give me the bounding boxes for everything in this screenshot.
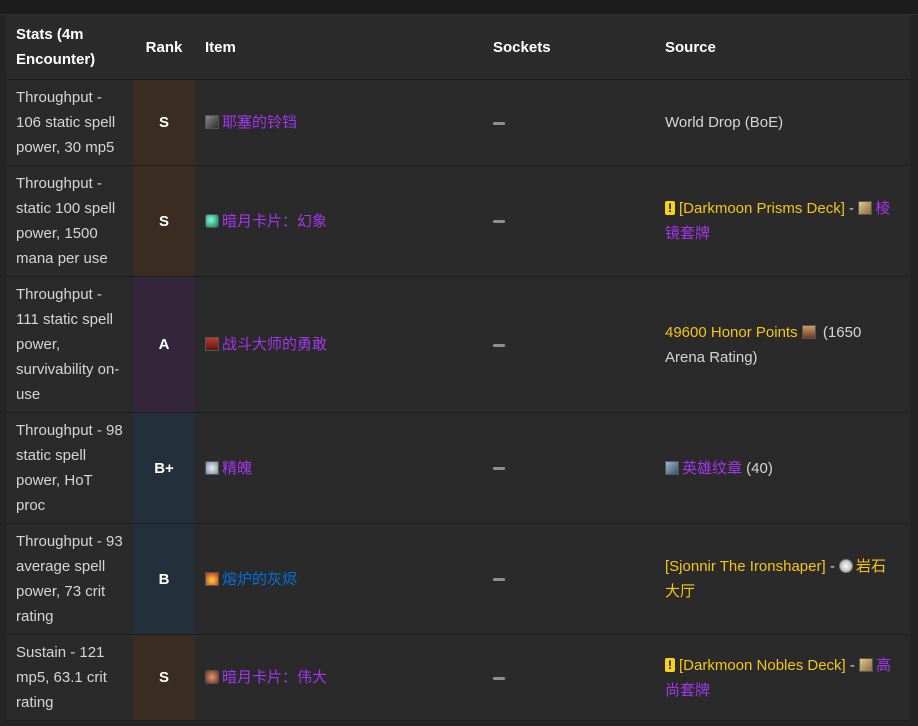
source-cell: 49600 Honor Points (1650 Arena Rating) — [655, 276, 910, 413]
dash-icon — [493, 121, 505, 125]
header-stats: Stats (4m Encounter) — [6, 15, 133, 80]
source-separator: - — [844, 200, 859, 217]
deck-icon — [858, 201, 873, 215]
honor-icon — [801, 324, 816, 339]
source-separator: - — [825, 558, 839, 575]
item-name: 暗月卡片：幻象 — [222, 212, 328, 230]
item-cell: 耶塞的铃铛 — [195, 79, 483, 166]
table-row: Throughput - 111 static spell power, sur… — [6, 276, 910, 413]
item-name: 战斗大师的勇敢 — [222, 336, 328, 353]
dash-icon — [493, 578, 505, 582]
stats-cell: Throughput - 111 static spell power, sur… — [6, 276, 133, 413]
table-row: Throughput - 106 static spell power, 30 … — [6, 79, 910, 166]
stats-cell: Sustain - 121 mp5, 63.1 crit rating — [6, 634, 133, 721]
header-sockets: Sockets — [483, 15, 655, 80]
source-cell: ! [Darkmoon Prisms Deck] - 棱镜套牌 — [655, 165, 910, 277]
dash-icon — [493, 467, 505, 471]
sockets-cell — [483, 165, 655, 277]
skull-icon — [839, 559, 853, 573]
table-row: Throughput - 98 static spell power, HoT … — [6, 412, 910, 524]
item-link[interactable]: 暗月卡片：伟大 — [205, 669, 327, 686]
source-cell: World Drop (BoE) — [655, 79, 910, 166]
rank-cell: A — [133, 276, 195, 413]
table-header-row: Stats (4m Encounter) Rank Item Sockets S… — [6, 15, 910, 80]
header-item: Item — [195, 15, 483, 80]
source-cell: ! [Darkmoon Nobles Deck] - 高尚套牌 — [655, 634, 910, 721]
rank-cell: S — [133, 634, 195, 721]
item-cell: 精魄 — [195, 412, 483, 524]
header-rank: Rank — [133, 15, 195, 80]
sockets-cell — [483, 412, 655, 524]
item-cell: 暗月卡片：伟大 — [195, 634, 483, 721]
dash-icon — [493, 343, 505, 347]
header-source: Source — [655, 15, 910, 80]
dash-icon — [493, 676, 505, 680]
fire-icon — [205, 571, 219, 586]
rank-cell: B — [133, 523, 195, 635]
rank-cell: B+ — [133, 412, 195, 524]
quest-exclamation-icon: ! — [665, 201, 675, 215]
source-item-link[interactable]: 英雄纹章 — [682, 460, 742, 477]
item-name: 熔炉的灰烬 — [222, 570, 298, 588]
rank-cell: S — [133, 79, 195, 166]
sockets-cell — [483, 523, 655, 635]
item-link[interactable]: 耶塞的铃铛 — [205, 114, 297, 131]
deck-icon — [859, 657, 874, 672]
card-icon — [205, 213, 219, 228]
item-name: 耶塞的铃铛 — [222, 114, 298, 131]
item-link[interactable]: 暗月卡片：幻象 — [205, 213, 327, 230]
source-cell: 英雄纹章 (40) — [655, 412, 910, 524]
honor-points-text: 49600 Honor Points — [665, 323, 798, 341]
item-name: 暗月卡片：伟大 — [222, 669, 328, 686]
emblem-icon — [665, 460, 679, 475]
dash-icon — [493, 220, 505, 224]
source-separator: - — [845, 656, 860, 674]
bell-icon — [205, 115, 219, 129]
item-link[interactable]: 熔炉的灰烬 — [205, 571, 297, 588]
table-row: Sustain - 121 mp5, 63.1 crit rating S 暗月… — [6, 634, 910, 721]
trinket-ranking-table: Stats (4m Encounter) Rank Item Sockets S… — [6, 15, 910, 721]
item-cell: 暗月卡片：幻象 — [195, 165, 483, 277]
rune-icon — [205, 337, 219, 351]
sockets-cell — [483, 79, 655, 166]
sockets-cell — [483, 276, 655, 413]
stats-cell: Throughput - 106 static spell power, 30 … — [6, 79, 133, 166]
card-icon — [205, 670, 219, 684]
item-cell: 熔炉的灰烬 — [195, 523, 483, 635]
stats-cell: Throughput - 98 static spell power, HoT … — [6, 412, 133, 524]
quest-exclamation-icon: ! — [665, 657, 675, 672]
source-cell: [Sjonnir The Ironshaper] - 岩石大厅 — [655, 523, 910, 635]
boss-link[interactable]: [Sjonnir The Ironshaper] — [665, 558, 826, 575]
stats-cell: Throughput - static 100 spell power, 150… — [6, 165, 133, 277]
item-name: 精魄 — [222, 459, 253, 477]
item-link[interactable]: 精魄 — [205, 460, 252, 477]
quest-link[interactable]: [Darkmoon Prisms Deck] — [679, 200, 845, 217]
quest-link[interactable]: [Darkmoon Nobles Deck] — [679, 657, 846, 674]
sockets-cell — [483, 634, 655, 721]
source-count: (40) — [742, 459, 773, 477]
spirit-icon — [205, 460, 219, 475]
top-bar — [0, 0, 918, 15]
rank-cell: S — [133, 165, 195, 277]
stats-cell: Throughput - 93 average spell power, 73 … — [6, 523, 133, 635]
table-row: Throughput - static 100 spell power, 150… — [6, 165, 910, 277]
item-link[interactable]: 战斗大师的勇敢 — [205, 336, 327, 353]
source-text: World Drop (BoE) — [665, 114, 784, 131]
item-cell: 战斗大师的勇敢 — [195, 276, 483, 413]
table-row: Throughput - 93 average spell power, 73 … — [6, 523, 910, 635]
